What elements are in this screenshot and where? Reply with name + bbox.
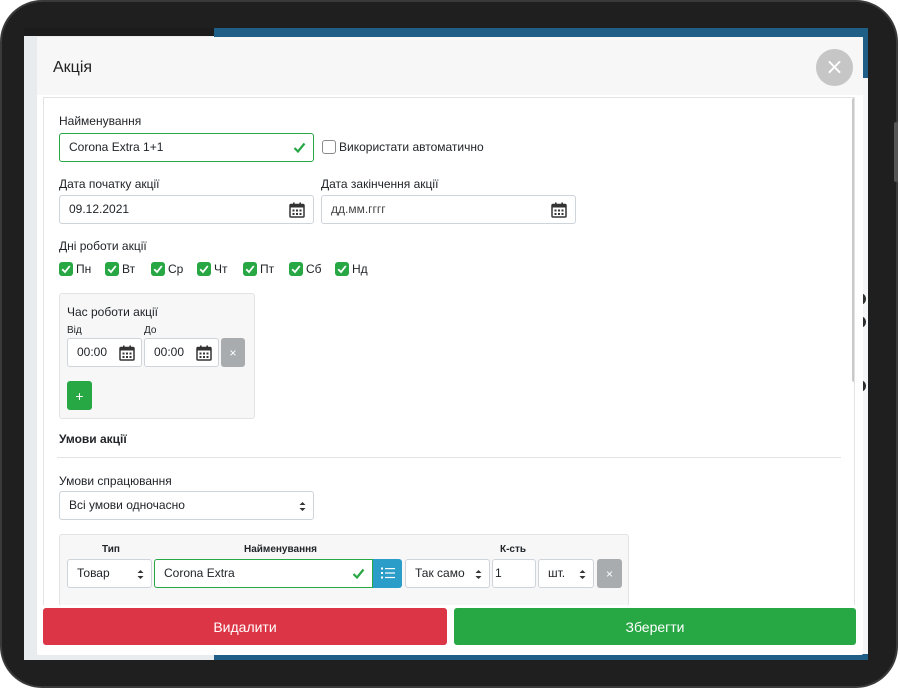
work-time-box: Час роботи акції Від До 00:00 00:00 × + — [59, 293, 255, 419]
condition-product-input[interactable]: Corona Extra — [154, 559, 373, 588]
day-label: Чт — [214, 262, 228, 276]
select-arrows-icon — [137, 570, 144, 579]
day-label: Нд — [352, 262, 368, 276]
checkmark-icon — [337, 265, 347, 274]
section-divider — [57, 457, 841, 458]
day-checkbox[interactable] — [243, 262, 257, 276]
close-button[interactable]: × — [816, 49, 853, 86]
calendar-icon[interactable] — [289, 202, 305, 218]
calendar-icon[interactable] — [551, 202, 567, 218]
valid-check-icon — [352, 568, 365, 580]
checkmark-icon — [153, 265, 163, 274]
day-label: Пт — [260, 262, 275, 276]
condition-type-select[interactable]: Товар — [67, 559, 152, 588]
background-bar-left — [24, 28, 214, 36]
close-icon: × — [825, 54, 844, 80]
end-date-label: Дата закінчення акції — [321, 177, 439, 191]
add-time-button[interactable]: + — [67, 381, 92, 410]
condition-mode-select[interactable]: Так само — [405, 559, 490, 588]
tablet-side-button — [894, 122, 898, 182]
condition-product-value: Corona Extra — [164, 566, 235, 580]
remove-time-button[interactable]: × — [221, 338, 245, 367]
select-arrows-icon — [579, 570, 586, 579]
time-to-input[interactable]: 00:00 — [144, 338, 219, 367]
work-time-title: Час роботи акції — [67, 305, 158, 319]
trigger-select[interactable]: Всі умови одночасно — [59, 491, 314, 520]
start-date-input[interactable]: 09.12.2021 — [59, 195, 314, 224]
conditions-title: Умови акції — [59, 432, 127, 446]
name-input-value: Corona Extra 1+1 — [69, 140, 164, 154]
product-list-button[interactable] — [373, 559, 402, 588]
day-label: Сб — [306, 262, 322, 276]
day-label: Вт — [122, 262, 136, 276]
condition-type-value: Товар — [77, 566, 110, 580]
end-date-placeholder: дд.мм.гггг — [331, 202, 386, 216]
day-checkbox[interactable] — [59, 262, 73, 276]
auto-apply-checkbox[interactable] — [322, 140, 336, 154]
condition-unit-select[interactable]: шт. — [538, 559, 594, 588]
modal-header: Акція × — [37, 37, 863, 95]
checkmark-icon — [107, 265, 117, 274]
save-button[interactable]: Зберегти — [454, 608, 856, 645]
modal-body[interactable]: Найменування Corona Extra 1+1 Використат… — [43, 97, 855, 605]
name-label: Найменування — [59, 114, 142, 128]
time-from-value: 00:00 — [77, 345, 108, 359]
calendar-icon[interactable] — [196, 345, 212, 361]
col-name-header: Найменування — [244, 544, 317, 555]
scrollbar[interactable] — [852, 98, 854, 382]
promotion-modal: Акція × Найменування Corona Extra 1+1 Ви… — [37, 37, 863, 655]
list-icon — [381, 567, 395, 579]
select-arrows-icon — [299, 502, 306, 511]
end-date-input[interactable]: дд.мм.гггг — [321, 195, 576, 224]
checkmark-icon — [245, 265, 255, 274]
day-checkbox[interactable] — [105, 262, 119, 276]
checkmark-icon — [291, 265, 301, 274]
days-label: Дні роботи акції — [59, 239, 147, 253]
day-label: Пн — [76, 262, 92, 276]
condition-mode-value: Так само — [415, 566, 465, 580]
condition-qty-input[interactable]: 1 — [492, 559, 536, 588]
day-checkbox[interactable] — [335, 262, 349, 276]
name-input[interactable]: Corona Extra 1+1 — [59, 133, 314, 162]
start-date-value: 09.12.2021 — [69, 202, 130, 216]
start-date-label: Дата початку акції — [59, 177, 160, 191]
select-arrows-icon — [475, 570, 482, 579]
checkmark-icon — [61, 265, 71, 274]
calendar-icon[interactable] — [119, 345, 135, 361]
valid-check-icon — [293, 142, 306, 154]
col-type-header: Тип — [102, 544, 120, 555]
time-to-label: До — [144, 325, 157, 336]
day-checkbox[interactable] — [289, 262, 303, 276]
condition-qty-value: 1 — [495, 566, 502, 580]
time-from-input[interactable]: 00:00 — [67, 338, 142, 367]
auto-apply-label: Використати автоматично — [339, 140, 484, 154]
checkmark-icon — [199, 265, 209, 274]
condition-unit-value: шт. — [548, 566, 566, 580]
col-qty-header: К-сть — [500, 544, 527, 555]
day-checkbox[interactable] — [197, 262, 211, 276]
day-label: Ср — [168, 262, 184, 276]
delete-button[interactable]: Видалити — [43, 608, 447, 645]
trigger-select-value: Всі умови одночасно — [69, 498, 185, 512]
trigger-label: Умови спрацювання — [59, 474, 172, 488]
remove-condition-button[interactable]: × — [597, 559, 622, 588]
time-from-label: Від — [67, 325, 82, 336]
modal-title: Акція — [53, 59, 93, 76]
time-to-value: 00:00 — [154, 345, 185, 359]
day-checkbox[interactable] — [151, 262, 165, 276]
condition-row-box: Тип Найменування К-сть Товар Corona Extr… — [59, 534, 629, 605]
